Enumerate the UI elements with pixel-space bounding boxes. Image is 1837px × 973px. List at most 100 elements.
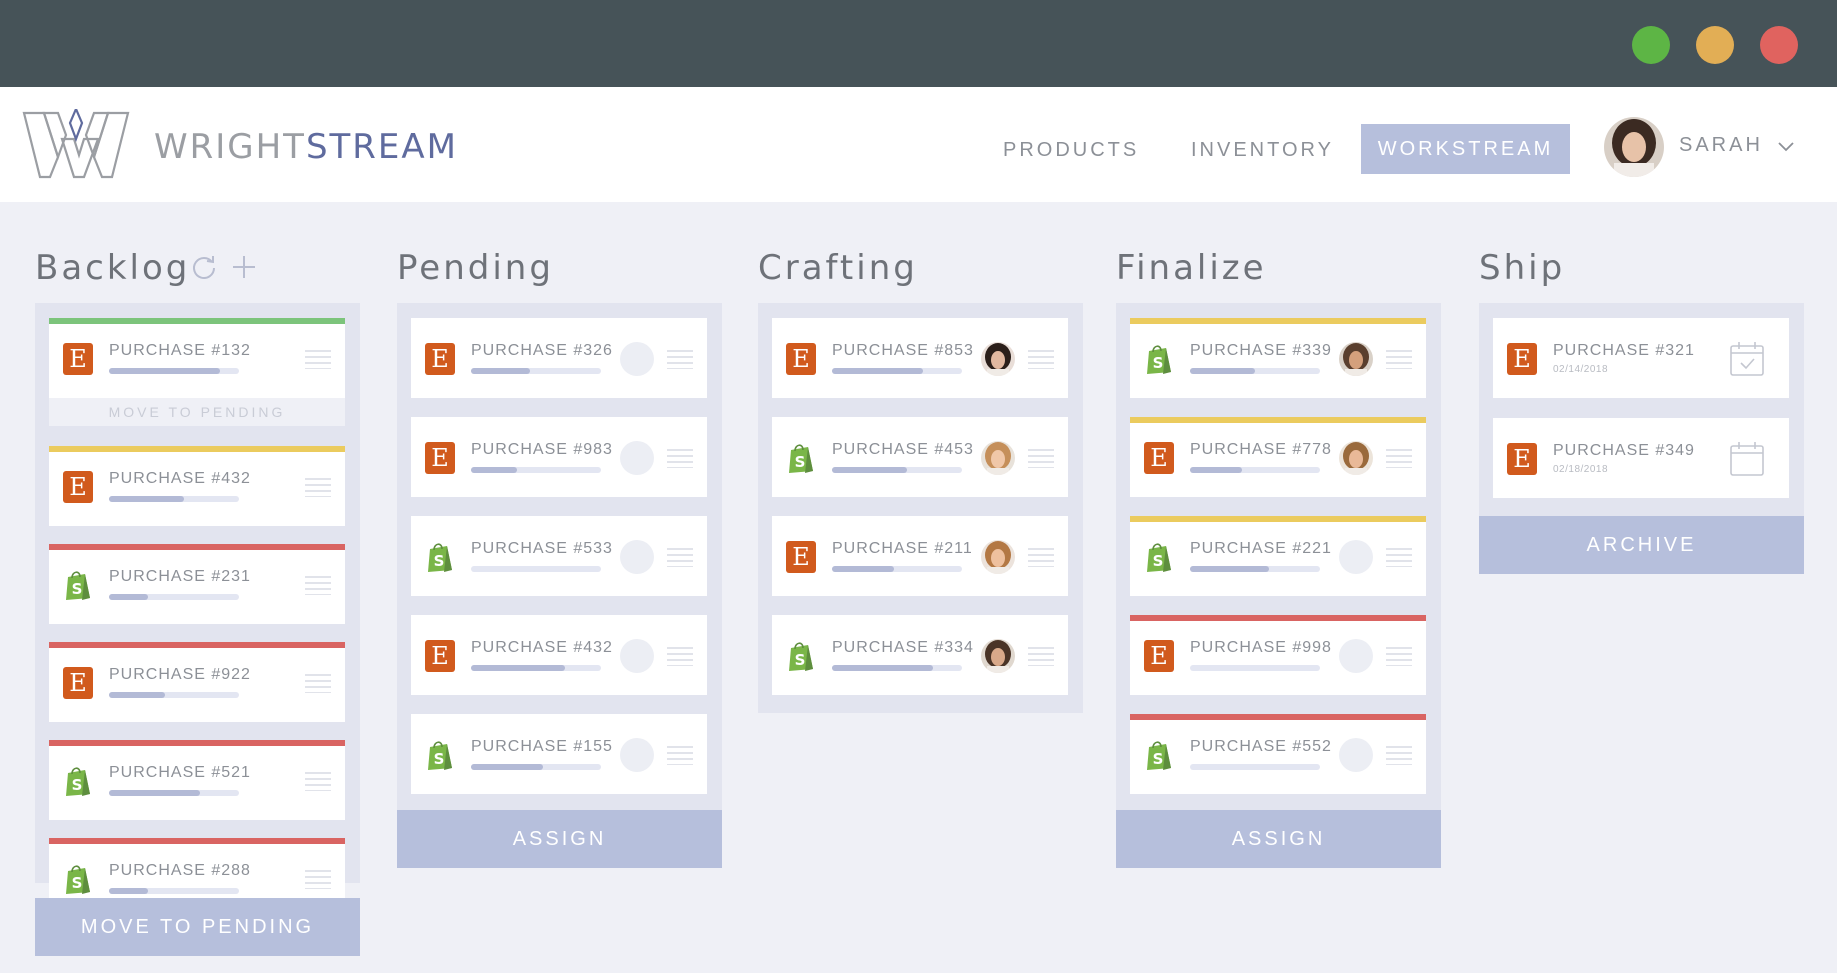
user-avatar[interactable] bbox=[1604, 117, 1664, 177]
refresh-icon[interactable] bbox=[190, 253, 218, 281]
progress-bar-fill bbox=[109, 496, 185, 502]
nav-workstream[interactable]: WORKSTREAM bbox=[1361, 124, 1570, 174]
drag-handle-icon[interactable] bbox=[667, 646, 693, 666]
drag-handle-icon[interactable] bbox=[667, 448, 693, 468]
purchase-card[interactable]: S PURCHASE #552 bbox=[1130, 714, 1426, 794]
purchase-card[interactable]: E PURCHASE #326 bbox=[411, 318, 707, 398]
progress-bar bbox=[1190, 368, 1320, 374]
drag-handle-icon[interactable] bbox=[1028, 646, 1054, 666]
progress-bar-fill bbox=[471, 764, 543, 770]
assignee-slot[interactable] bbox=[620, 540, 654, 574]
purchase-card[interactable]: S PURCHASE #339 bbox=[1130, 318, 1426, 398]
user-name[interactable]: SARAH bbox=[1679, 134, 1763, 157]
assignee-slot[interactable] bbox=[620, 441, 654, 475]
purchase-card[interactable]: S PURCHASE #533 bbox=[411, 516, 707, 596]
nav-inventory[interactable]: INVENTORY bbox=[1191, 139, 1334, 162]
drag-handle-icon[interactable] bbox=[1386, 745, 1412, 765]
purchase-card[interactable]: E PURCHASE #432 bbox=[49, 446, 345, 526]
svg-text:S: S bbox=[434, 750, 445, 768]
assignee-avatar[interactable] bbox=[981, 540, 1015, 574]
purchase-card[interactable]: S PURCHASE #453 bbox=[772, 417, 1068, 497]
window-close-button[interactable] bbox=[1760, 26, 1798, 64]
progress-bar bbox=[1190, 566, 1320, 572]
column-action-button[interactable]: MOVE TO PENDING bbox=[35, 898, 360, 956]
calendar-icon[interactable] bbox=[1729, 441, 1765, 477]
drag-handle-icon[interactable] bbox=[1028, 349, 1054, 369]
svg-text:S: S bbox=[72, 874, 83, 892]
column-title: Crafting bbox=[758, 248, 918, 288]
etsy-icon: E bbox=[786, 343, 816, 375]
assignee-slot[interactable] bbox=[1339, 738, 1373, 772]
drag-handle-icon[interactable] bbox=[667, 745, 693, 765]
progress-bar bbox=[832, 665, 962, 671]
brand-name-part1: WRIGHT bbox=[154, 127, 306, 167]
progress-bar-fill bbox=[832, 467, 908, 473]
drag-handle-icon[interactable] bbox=[1028, 448, 1054, 468]
purchase-label: PURCHASE #155 bbox=[471, 738, 613, 755]
assignee-slot[interactable] bbox=[1339, 540, 1373, 574]
purchase-card[interactable]: E PURCHASE #349 02/18/2018 bbox=[1493, 418, 1789, 498]
nav-products[interactable]: PRODUCTS bbox=[1003, 139, 1139, 162]
progress-bar-fill bbox=[1190, 566, 1270, 572]
assignee-avatar[interactable] bbox=[1339, 342, 1373, 376]
progress-bar bbox=[1190, 467, 1320, 473]
etsy-icon: E bbox=[425, 343, 455, 375]
drag-handle-icon[interactable] bbox=[1028, 547, 1054, 567]
purchase-card[interactable]: E PURCHASE #853 bbox=[772, 318, 1068, 398]
purchase-card[interactable]: E PURCHASE #132 MOVE TO PENDING bbox=[49, 318, 345, 426]
drag-handle-icon[interactable] bbox=[1386, 349, 1412, 369]
assignee-avatar[interactable] bbox=[981, 342, 1015, 376]
purchase-card[interactable]: E PURCHASE #321 02/14/2018 bbox=[1493, 318, 1789, 398]
drag-handle-icon[interactable] bbox=[305, 575, 331, 595]
purchase-card[interactable]: E PURCHASE #922 bbox=[49, 642, 345, 722]
drag-handle-icon[interactable] bbox=[305, 673, 331, 693]
purchase-card[interactable]: S PURCHASE #231 bbox=[49, 544, 345, 624]
drag-handle-icon[interactable] bbox=[305, 869, 331, 889]
purchase-card[interactable]: S PURCHASE #155 bbox=[411, 714, 707, 794]
purchase-card[interactable]: E PURCHASE #998 bbox=[1130, 615, 1426, 695]
drag-handle-icon[interactable] bbox=[1386, 646, 1412, 666]
priority-flag bbox=[49, 544, 345, 550]
assignee-slot[interactable] bbox=[620, 738, 654, 772]
purchase-date: 02/18/2018 bbox=[1553, 464, 1609, 475]
assignee-avatar-image bbox=[981, 441, 1015, 475]
purchase-label: PURCHASE #326 bbox=[471, 342, 613, 359]
svg-text:S: S bbox=[795, 651, 806, 669]
drag-handle-icon[interactable] bbox=[305, 771, 331, 791]
column-action-button[interactable]: ASSIGN bbox=[397, 810, 722, 868]
brand-name: WRIGHTSTREAM bbox=[154, 127, 458, 167]
window-minimize-button[interactable] bbox=[1696, 26, 1734, 64]
assignee-avatar[interactable] bbox=[981, 639, 1015, 673]
etsy-icon: E bbox=[63, 471, 93, 503]
assignee-slot[interactable] bbox=[620, 639, 654, 673]
column-action-button[interactable]: ASSIGN bbox=[1116, 810, 1441, 868]
drag-handle-icon[interactable] bbox=[1386, 448, 1412, 468]
chevron-down-icon[interactable] bbox=[1778, 139, 1794, 155]
move-to-pending-link[interactable]: MOVE TO PENDING bbox=[49, 398, 345, 426]
priority-flag bbox=[1130, 516, 1426, 522]
purchase-card[interactable]: S PURCHASE #521 bbox=[49, 740, 345, 820]
drag-handle-icon[interactable] bbox=[305, 477, 331, 497]
assignee-avatar[interactable] bbox=[1339, 441, 1373, 475]
purchase-card[interactable]: S PURCHASE #334 bbox=[772, 615, 1068, 695]
drag-handle-icon[interactable] bbox=[305, 349, 331, 369]
purchase-card[interactable]: E PURCHASE #778 bbox=[1130, 417, 1426, 497]
drag-handle-icon[interactable] bbox=[1386, 547, 1412, 567]
drag-handle-icon[interactable] bbox=[667, 349, 693, 369]
assignee-slot[interactable] bbox=[620, 342, 654, 376]
purchase-card[interactable]: E PURCHASE #983 bbox=[411, 417, 707, 497]
plus-icon[interactable] bbox=[230, 253, 258, 281]
wrightstream-logo-icon[interactable] bbox=[22, 109, 130, 181]
purchase-card[interactable]: E PURCHASE #211 bbox=[772, 516, 1068, 596]
calendar-check-icon[interactable] bbox=[1729, 341, 1765, 377]
drag-handle-icon[interactable] bbox=[667, 547, 693, 567]
assignee-avatar[interactable] bbox=[981, 441, 1015, 475]
progress-bar bbox=[109, 692, 239, 698]
assignee-avatar-image bbox=[1339, 342, 1373, 376]
column-action-button[interactable]: ARCHIVE bbox=[1479, 516, 1804, 574]
etsy-icon: E bbox=[1144, 442, 1174, 474]
purchase-card[interactable]: S PURCHASE #221 bbox=[1130, 516, 1426, 596]
purchase-card[interactable]: E PURCHASE #432 bbox=[411, 615, 707, 695]
window-maximize-button[interactable] bbox=[1632, 26, 1670, 64]
assignee-slot[interactable] bbox=[1339, 639, 1373, 673]
